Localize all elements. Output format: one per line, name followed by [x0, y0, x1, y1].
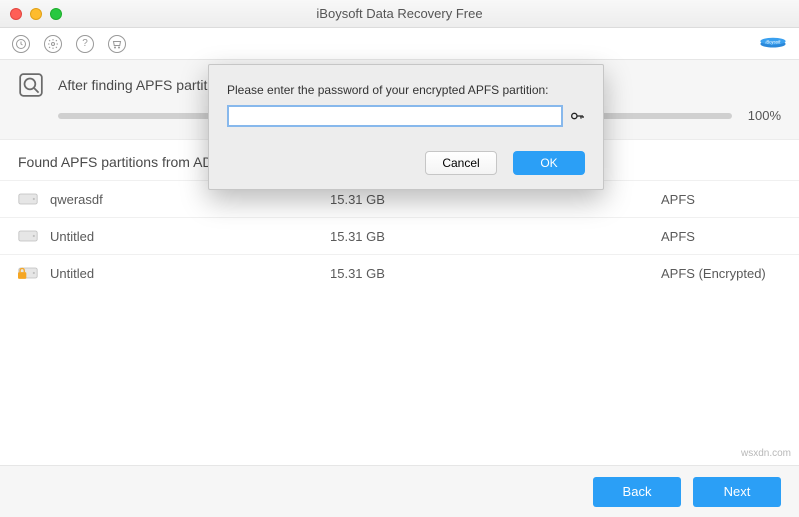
partition-fs: APFS (Encrypted): [661, 266, 781, 281]
next-button[interactable]: Next: [693, 477, 781, 507]
titlebar: iBoysoft Data Recovery Free: [0, 0, 799, 28]
partition-size: 15.31 GB: [330, 229, 530, 244]
cart-icon[interactable]: [108, 35, 126, 53]
footer: Back Next: [0, 465, 799, 517]
partition-row[interactable]: Untitled 15.31 GB APFS (Encrypted): [0, 254, 799, 291]
brand-logo-icon: iBoysoft: [759, 34, 787, 54]
partition-size: 15.31 GB: [330, 192, 530, 207]
password-dialog: Please enter the password of your encryp…: [208, 64, 604, 190]
disk-icon: [18, 191, 38, 207]
password-input[interactable]: [227, 105, 563, 127]
gear-icon[interactable]: [44, 35, 62, 53]
disk-icon: [18, 228, 38, 244]
window-title: iBoysoft Data Recovery Free: [0, 6, 799, 21]
partition-row[interactable]: Untitled 15.31 GB APFS: [0, 217, 799, 254]
cancel-button[interactable]: Cancel: [425, 151, 497, 175]
partition-name: qwerasdf: [50, 192, 330, 207]
history-icon[interactable]: [12, 35, 30, 53]
partition-name: Untitled: [50, 266, 330, 281]
help-icon[interactable]: ?: [76, 35, 94, 53]
svg-text:iBoysoft: iBoysoft: [766, 39, 782, 44]
partition-list: qwerasdf 15.31 GB APFS Untitled 15.31 GB…: [0, 180, 799, 291]
progress-percent: 100%: [748, 108, 781, 123]
partition-fs: APFS: [661, 192, 781, 207]
watermark: wsxdn.com: [741, 448, 791, 459]
partition-fs: APFS: [661, 229, 781, 244]
search-icon: [18, 72, 44, 98]
key-icon[interactable]: [569, 108, 585, 124]
back-button[interactable]: Back: [593, 477, 681, 507]
scan-status-text: After finding APFS partitions: [58, 77, 233, 93]
password-prompt: Please enter the password of your encryp…: [227, 83, 585, 97]
partition-name: Untitled: [50, 229, 330, 244]
toolbar: ? iBoysoft: [0, 28, 799, 60]
disk-locked-icon: [18, 265, 38, 281]
ok-button[interactable]: OK: [513, 151, 585, 175]
partition-size: 15.31 GB: [330, 266, 530, 281]
